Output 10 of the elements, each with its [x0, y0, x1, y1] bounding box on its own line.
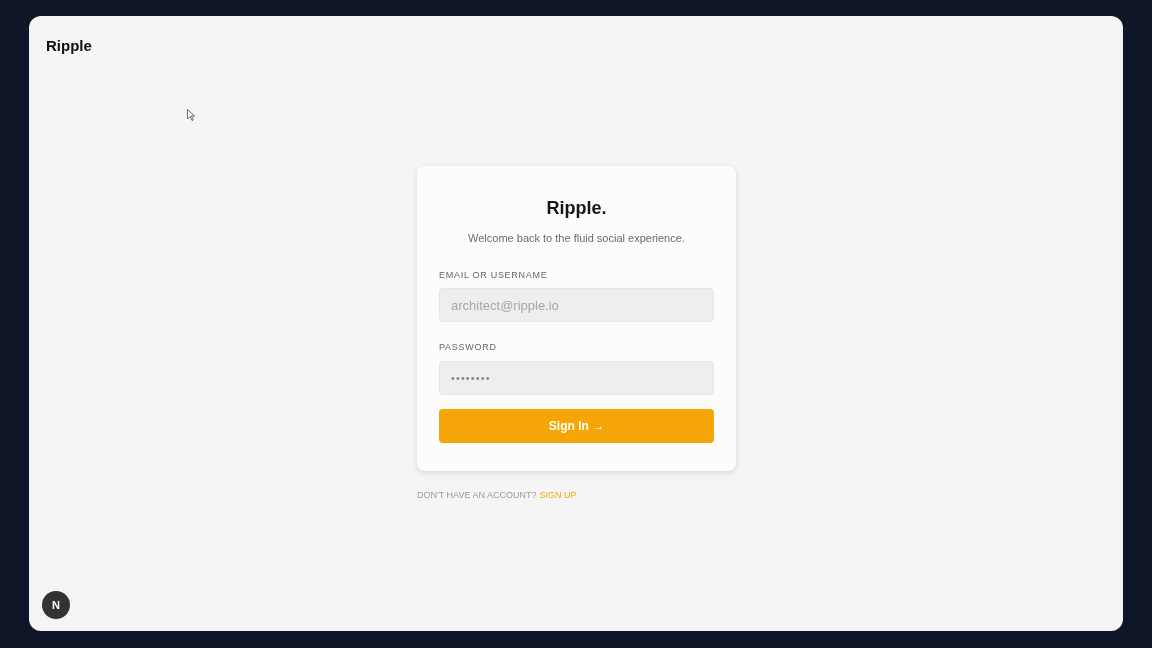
signup-prompt: DON'T HAVE AN ACCOUNT?: [417, 488, 537, 502]
email-field[interactable]: architect@ripple.io: [439, 288, 714, 322]
password-field[interactable]: ••••••••: [439, 360, 714, 395]
card-title: Ripple.: [545, 197, 608, 220]
brand-logo[interactable]: Ripple: [46, 35, 92, 58]
field-label: PASSWORD: [439, 341, 498, 354]
cursor-icon: [187, 109, 195, 121]
card-subtitle: Welcome back to the fluid social experience.: [467, 231, 686, 246]
field-label: EMAIL OR USERNAME: [439, 268, 549, 282]
dev-badge[interactable]: N: [42, 591, 70, 619]
